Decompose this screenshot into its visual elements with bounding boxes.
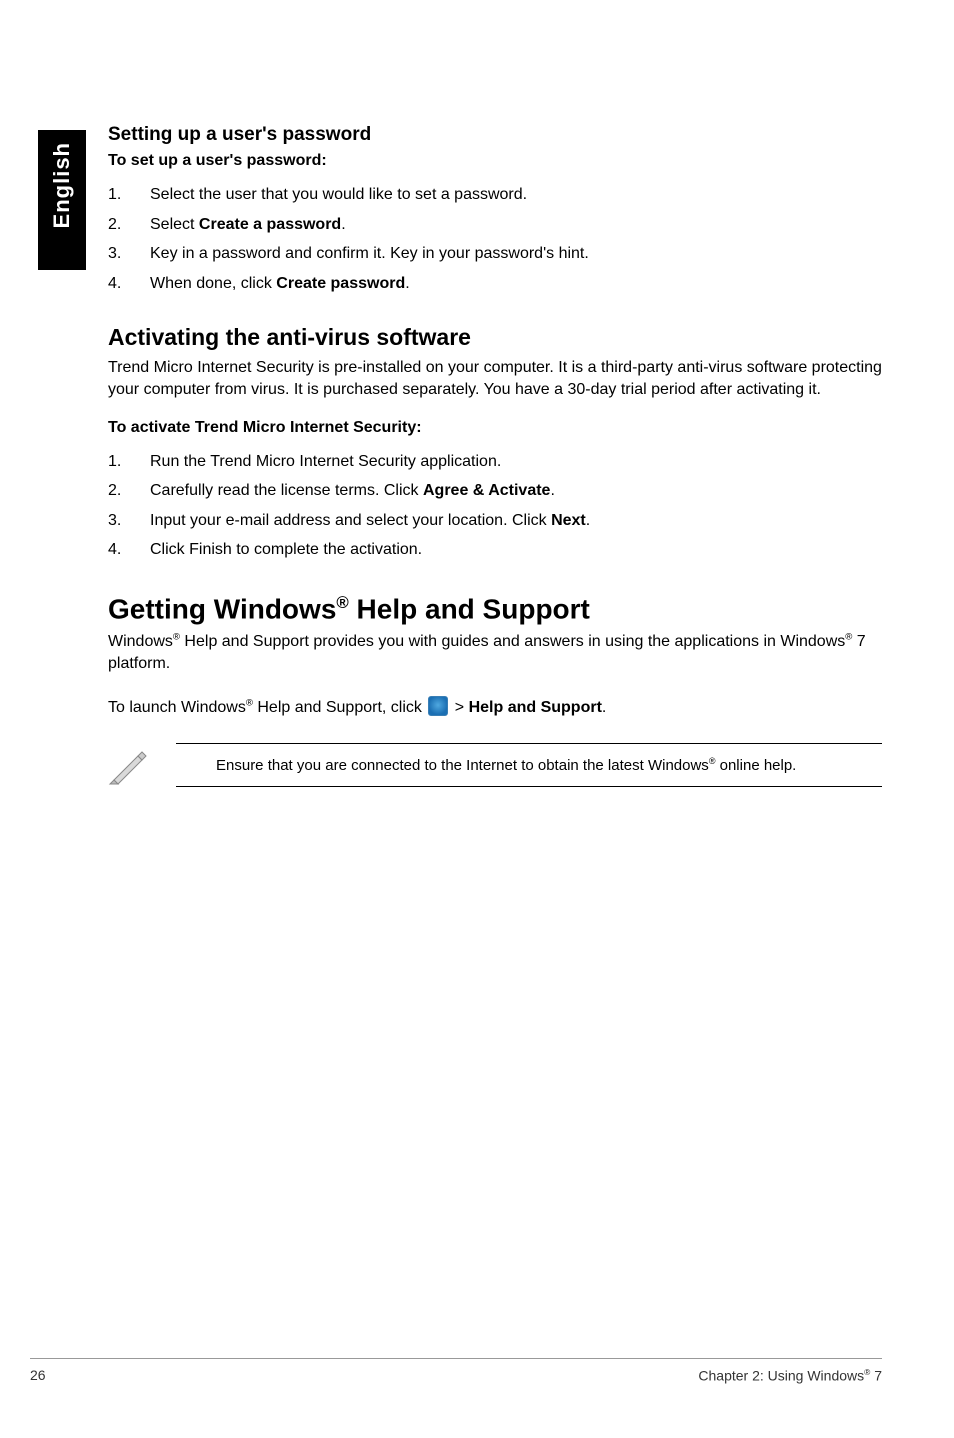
chapter-label: Chapter 2: Using Windows® 7 bbox=[698, 1367, 882, 1384]
body-text: Windows bbox=[108, 633, 173, 650]
body-text: To launch Windows bbox=[108, 699, 246, 716]
step-text: . bbox=[341, 216, 345, 233]
menu-path-bold: Help and Support bbox=[469, 699, 602, 716]
page-number: 26 bbox=[30, 1367, 46, 1384]
page-footer: 26 Chapter 2: Using Windows® 7 bbox=[30, 1358, 882, 1384]
list-item: 2. Carefully read the license terms. Cli… bbox=[108, 476, 882, 506]
step-text: Select bbox=[150, 216, 199, 233]
list-item: 4. When done, click Create password. bbox=[108, 269, 882, 299]
step-number: 3. bbox=[108, 510, 121, 532]
note-text-container: Ensure that you are connected to the Int… bbox=[176, 743, 882, 787]
step-number: 3. bbox=[108, 243, 121, 265]
list-item: 4. Click Finish to complete the activati… bbox=[108, 535, 882, 565]
heading-text: Help and Support bbox=[349, 593, 590, 624]
registered-mark: ® bbox=[173, 632, 180, 643]
step-number: 4. bbox=[108, 273, 121, 295]
step-text: . bbox=[586, 512, 590, 529]
note-text: Ensure that you are connected to the Int… bbox=[176, 744, 882, 786]
step-bold: Create a password bbox=[199, 216, 341, 233]
step-number: 1. bbox=[108, 184, 121, 206]
footer-text: Chapter 2: Using Windows bbox=[698, 1368, 864, 1384]
step-number: 2. bbox=[108, 480, 121, 502]
list-item: 2. Select Create a password. bbox=[108, 210, 882, 240]
heading-help-support: Getting Windows® Help and Support bbox=[108, 593, 882, 625]
body-text: . bbox=[602, 699, 606, 716]
note-text-part: Ensure that you are connected to the Int… bbox=[216, 757, 709, 774]
body-text: Help and Support, click bbox=[253, 699, 426, 716]
heading-set-password: Setting up a user's password bbox=[108, 124, 882, 146]
step-text: Key in a password and confirm it. Key in… bbox=[150, 245, 589, 262]
step-text: Select the user that you would like to s… bbox=[150, 186, 527, 203]
step-text: Click Finish to complete the activation. bbox=[150, 541, 422, 558]
heading-text: Getting Windows bbox=[108, 593, 336, 624]
language-tab: English bbox=[38, 130, 86, 270]
steps-set-password: 1. Select the user that you would like t… bbox=[108, 180, 882, 298]
step-text: Input your e-mail address and select you… bbox=[150, 512, 551, 529]
note-rule-bottom bbox=[176, 786, 882, 787]
step-number: 1. bbox=[108, 451, 121, 473]
step-text: Run the Trend Micro Internet Security ap… bbox=[150, 453, 501, 470]
start-orb-icon bbox=[428, 696, 448, 716]
body-antivirus: Trend Micro Internet Security is pre-ins… bbox=[108, 357, 882, 400]
note-text-part: online help. bbox=[715, 757, 796, 774]
steps-antivirus: 1. Run the Trend Micro Internet Security… bbox=[108, 447, 882, 565]
footer-text: 7 bbox=[870, 1368, 882, 1384]
step-bold: Next bbox=[551, 512, 586, 529]
step-bold: Create password bbox=[276, 275, 405, 292]
intro-antivirus: To activate Trend Micro Internet Securit… bbox=[108, 419, 882, 437]
body-text: > bbox=[450, 699, 468, 716]
page-content: Setting up a user's password To set up a… bbox=[108, 124, 882, 787]
intro-set-password: To set up a user's password: bbox=[108, 152, 882, 170]
step-text: . bbox=[550, 482, 554, 499]
step-bold: Agree & Activate bbox=[423, 482, 550, 499]
list-item: 1. Run the Trend Micro Internet Security… bbox=[108, 447, 882, 477]
step-number: 2. bbox=[108, 214, 121, 236]
list-item: 3. Input your e-mail address and select … bbox=[108, 506, 882, 536]
registered-mark: ® bbox=[336, 593, 348, 612]
body-help-support: Windows® Help and Support provides you w… bbox=[108, 631, 882, 674]
step-text: . bbox=[405, 275, 409, 292]
language-label: English bbox=[49, 142, 75, 228]
pen-note-icon bbox=[108, 744, 150, 786]
list-item: 3. Key in a password and confirm it. Key… bbox=[108, 239, 882, 269]
body-text: Help and Support provides you with guide… bbox=[180, 633, 845, 650]
list-item: 1. Select the user that you would like t… bbox=[108, 180, 882, 210]
note-block: Ensure that you are connected to the Int… bbox=[108, 743, 882, 787]
launch-help-support: To launch Windows® Help and Support, cli… bbox=[108, 696, 882, 719]
step-number: 4. bbox=[108, 539, 121, 561]
heading-antivirus: Activating the anti-virus software bbox=[108, 324, 882, 351]
registered-mark: ® bbox=[246, 698, 253, 709]
step-text: When done, click bbox=[150, 275, 276, 292]
step-text: Carefully read the license terms. Click bbox=[150, 482, 423, 499]
